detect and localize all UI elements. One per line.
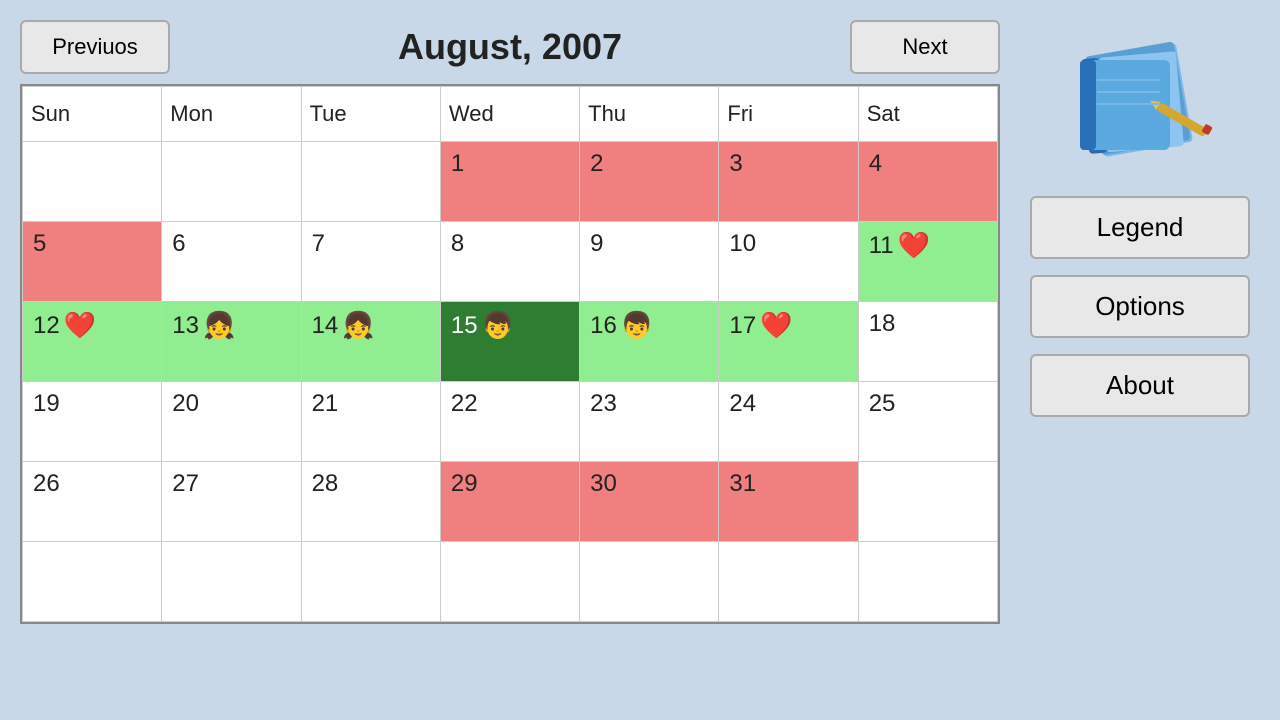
day-number: 4: [869, 150, 882, 178]
calendar-cell[interactable]: 15👦: [440, 302, 579, 382]
cell-icon: ❤️: [760, 310, 792, 341]
calendar-cell[interactable]: 22: [440, 382, 579, 462]
day-header-wed: Wed: [440, 87, 579, 142]
calendar-section: Previuos August, 2007 Next SunMonTueWedT…: [20, 20, 1000, 624]
calendar-grid: SunMonTueWedThuFriSat 1234567891011❤️12❤…: [20, 84, 1000, 624]
legend-button[interactable]: Legend: [1030, 196, 1250, 259]
prev-button[interactable]: Previuos: [20, 20, 170, 74]
day-number: 18: [869, 310, 896, 338]
calendar-cell[interactable]: 25: [858, 382, 997, 462]
calendar-header: Previuos August, 2007 Next: [20, 20, 1000, 74]
calendar-cell: [858, 542, 997, 622]
calendar-cell[interactable]: 20: [162, 382, 301, 462]
calendar-cell[interactable]: 26: [23, 462, 162, 542]
calendar-cell[interactable]: 16👦: [580, 302, 719, 382]
day-number: 21: [312, 390, 339, 418]
day-number: 8: [451, 230, 464, 258]
day-number: 26: [33, 470, 60, 498]
day-header-thu: Thu: [580, 87, 719, 142]
day-number: 16: [590, 312, 617, 340]
calendar-cell[interactable]: 9: [580, 222, 719, 302]
cell-icon: 👧: [342, 310, 374, 341]
day-number: 19: [33, 390, 60, 418]
calendar-cell[interactable]: 6: [162, 222, 301, 302]
calendar-cell: [440, 542, 579, 622]
day-number: 25: [869, 390, 896, 418]
cell-icon: 👦: [621, 310, 653, 341]
right-panel: Legend Options About: [1020, 20, 1260, 417]
day-number: 11: [869, 232, 894, 260]
calendar-cell[interactable]: 7: [301, 222, 440, 302]
day-number: 15: [451, 312, 478, 340]
calendar-cell[interactable]: 31: [719, 462, 858, 542]
day-header-fri: Fri: [719, 87, 858, 142]
calendar-cell[interactable]: 29: [440, 462, 579, 542]
day-header-tue: Tue: [301, 87, 440, 142]
day-number: 23: [590, 390, 617, 418]
calendar-cell[interactable]: 5: [23, 222, 162, 302]
calendar-cell[interactable]: 24: [719, 382, 858, 462]
cell-icon: 👧: [203, 310, 235, 341]
month-title: August, 2007: [398, 26, 622, 68]
calendar-cell: [301, 142, 440, 222]
day-number: 10: [729, 230, 756, 258]
calendar-cell[interactable]: 12❤️: [23, 302, 162, 382]
calendar-cell[interactable]: 14👧: [301, 302, 440, 382]
day-number: 1: [451, 150, 464, 178]
day-number: 14: [312, 312, 339, 340]
day-number: 12: [33, 312, 60, 340]
calendar-cell[interactable]: 19: [23, 382, 162, 462]
calendar-cell[interactable]: 2: [580, 142, 719, 222]
calendar-cell[interactable]: 17❤️: [719, 302, 858, 382]
calendar-cell: [23, 142, 162, 222]
calendar-cell[interactable]: 18: [858, 302, 997, 382]
calendar-cell: [23, 542, 162, 622]
next-button[interactable]: Next: [850, 20, 1000, 74]
calendar-cell[interactable]: 3: [719, 142, 858, 222]
calendar-cell[interactable]: 21: [301, 382, 440, 462]
calendar-cell: [301, 542, 440, 622]
day-number: 17: [729, 312, 756, 340]
cell-icon: ❤️: [898, 230, 930, 261]
calendar-cell[interactable]: 27: [162, 462, 301, 542]
options-button[interactable]: Options: [1030, 275, 1250, 338]
day-number: 9: [590, 230, 603, 258]
cell-icon: ❤️: [64, 310, 96, 341]
day-number: 24: [729, 390, 756, 418]
calendar-cell[interactable]: 8: [440, 222, 579, 302]
day-number: 30: [590, 470, 617, 498]
calendar-cell: [162, 142, 301, 222]
calendar-cell[interactable]: 28: [301, 462, 440, 542]
day-number: 28: [312, 470, 339, 498]
cell-icon: 👦: [482, 310, 514, 341]
calendar-cell: [719, 542, 858, 622]
day-header-sun: Sun: [23, 87, 162, 142]
calendar-cell: [580, 542, 719, 622]
calendar-cell[interactable]: 11❤️: [858, 222, 997, 302]
about-button[interactable]: About: [1030, 354, 1250, 417]
day-number: 13: [172, 312, 199, 340]
calendar-cell[interactable]: 30: [580, 462, 719, 542]
calendar-cell[interactable]: 13👧: [162, 302, 301, 382]
day-number: 31: [729, 470, 756, 498]
day-number: 7: [312, 230, 325, 258]
day-number: 6: [172, 230, 185, 258]
day-header-sat: Sat: [858, 87, 997, 142]
calendar-cell: [858, 462, 997, 542]
day-number: 20: [172, 390, 199, 418]
day-number: 5: [33, 230, 46, 258]
day-header-mon: Mon: [162, 87, 301, 142]
book-icon: [1065, 30, 1215, 170]
calendar-cell[interactable]: 4: [858, 142, 997, 222]
day-number: 3: [729, 150, 742, 178]
calendar-cell[interactable]: 10: [719, 222, 858, 302]
calendar-cell[interactable]: 23: [580, 382, 719, 462]
day-number: 29: [451, 470, 478, 498]
calendar-cell: [162, 542, 301, 622]
day-number: 22: [451, 390, 478, 418]
calendar-cell[interactable]: 1: [440, 142, 579, 222]
day-number: 2: [590, 150, 603, 178]
day-number: 27: [172, 470, 199, 498]
